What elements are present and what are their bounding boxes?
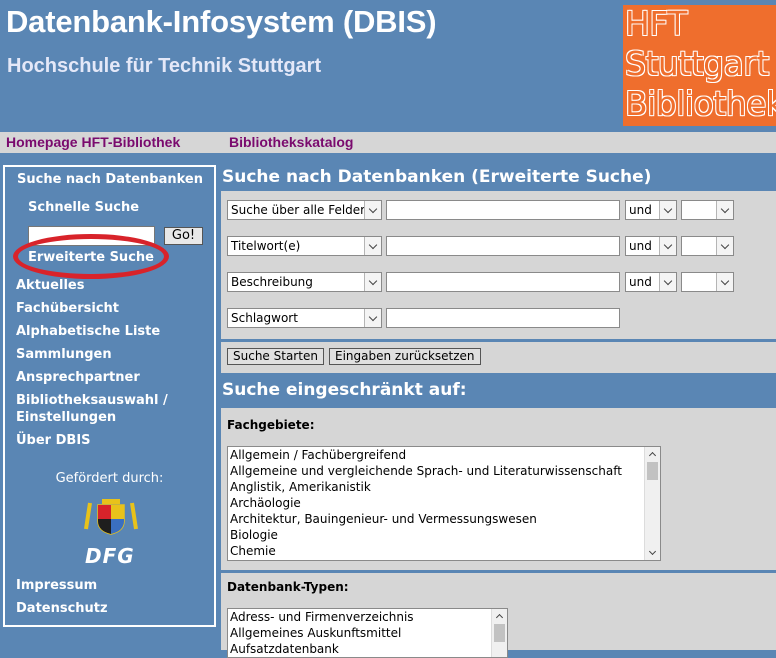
chevron-down-icon [364, 201, 381, 219]
search-term-input[interactable] [386, 308, 620, 328]
sidebar-item-bibliotheksauswahl[interactable]: Bibliotheksauswahl / [16, 393, 168, 409]
scrollbar[interactable] [644, 447, 660, 560]
sidebar-item-ueber-dbis[interactable]: Über DBIS [16, 433, 91, 449]
sidebar-item-fachuebersicht[interactable]: Fachübersicht [16, 301, 119, 317]
sidebar-item-einstellungen[interactable]: Einstellungen [16, 410, 116, 426]
list-item[interactable]: Aufsatzdatenbank [228, 641, 507, 657]
field-select[interactable]: Beschreibung [227, 272, 382, 292]
search-term-input[interactable] [386, 272, 620, 292]
divider [221, 570, 776, 573]
sidebar: Suche nach Datenbanken Schnelle Suche Go… [3, 165, 216, 627]
divider [221, 339, 776, 342]
list-item[interactable]: Architektur, Bauingenieur- und Vermessun… [228, 511, 660, 527]
scroll-up-icon[interactable] [645, 447, 660, 461]
sidebar-item-aktuelles[interactable]: Aktuelles [16, 278, 84, 294]
nav-link-homepage[interactable]: Homepage HFT-Bibliothek [6, 134, 180, 150]
field-select[interactable]: Titelwort(e) [227, 236, 382, 256]
chevron-down-icon [364, 237, 381, 255]
list-item[interactable]: Allgemein / Fachübergreifend [228, 447, 660, 463]
scroll-thumb[interactable] [494, 624, 505, 642]
site-title: Datenbank-Infosystem (DBIS) [6, 4, 437, 39]
types-label: Datenbank-Typen: [227, 580, 349, 594]
hft-logo[interactable]: HFT Stuttgart Bibliothek [623, 5, 776, 126]
sidebar-advanced-search[interactable]: Erweiterte Suche [28, 250, 154, 266]
reset-button[interactable]: Eingaben zurücksetzen [329, 348, 481, 365]
operator-value: und [629, 203, 652, 217]
operator-select[interactable]: und [625, 236, 677, 256]
chevron-down-icon [716, 237, 733, 255]
start-search-button[interactable]: Suche Starten [227, 348, 324, 365]
list-item[interactable]: Allgemeine und vergleichende Sprach- und… [228, 463, 660, 479]
sidebar-item-ansprechpartner[interactable]: Ansprechpartner [16, 370, 140, 386]
dfg-logo[interactable]: DFG [85, 544, 135, 568]
sidebar-quick-search[interactable]: Schnelle Suche [28, 200, 139, 216]
nav-link-catalog[interactable]: Bibliothekskatalog [229, 134, 353, 150]
scroll-up-icon[interactable] [492, 609, 507, 623]
list-item[interactable]: Allgemeines Auskunftsmittel [228, 625, 507, 641]
chevron-down-icon [364, 273, 381, 291]
sidebar-item-sammlungen[interactable]: Sammlungen [16, 347, 112, 363]
chevron-down-icon [716, 273, 733, 291]
scroll-thumb[interactable] [647, 462, 658, 480]
sidebar-search-heading[interactable]: Suche nach Datenbanken [17, 172, 203, 188]
list-item[interactable]: Adress- und Firmenverzeichnis [228, 609, 507, 625]
field-select-value: Schlagwort [231, 311, 298, 325]
field-select-value: Suche über alle Felder [231, 203, 366, 217]
subjects-listbox[interactable]: Allgemein / Fachübergreifend Allgemeine … [227, 446, 661, 561]
chevron-down-icon [659, 237, 676, 255]
logo-line: HFT [625, 5, 687, 43]
logo-line: Stuttgart [625, 44, 769, 83]
field-select-value: Beschreibung [231, 275, 313, 289]
operator-select[interactable]: und [625, 200, 677, 220]
main-content: Suche nach Datenbanken (Erweiterte Suche… [221, 165, 776, 658]
sidebar-item-impressum[interactable]: Impressum [16, 578, 97, 594]
field-select[interactable]: Schlagwort [227, 308, 382, 328]
list-item[interactable]: Archäologie [228, 495, 660, 511]
logo-line: Bibliothek [625, 84, 776, 123]
field-select[interactable]: Suche über alle Felder [227, 200, 382, 220]
extra-select[interactable] [681, 200, 734, 220]
list-item[interactable]: Biologie [228, 527, 660, 543]
types-listbox[interactable]: Adress- und Firmenverzeichnis Allgemeine… [227, 608, 508, 658]
search-term-input[interactable] [386, 236, 620, 256]
chevron-down-icon [364, 309, 381, 327]
extra-select[interactable] [681, 236, 734, 256]
scroll-down-icon[interactable] [645, 546, 660, 560]
list-item[interactable]: Anglistik, Amerikanistik [228, 479, 660, 495]
chevron-down-icon [659, 273, 676, 291]
search-heading: Suche nach Datenbanken (Erweiterte Suche… [221, 165, 776, 191]
chevron-down-icon [716, 201, 733, 219]
operator-value: und [629, 239, 652, 253]
funded-by-label: Gefördert durch: [55, 471, 164, 486]
restrict-heading: Suche eingeschränkt auf: [221, 373, 776, 408]
go-button[interactable]: Go! [164, 227, 203, 245]
chevron-down-icon [659, 201, 676, 219]
extra-select[interactable] [681, 272, 734, 292]
operator-value: und [629, 275, 652, 289]
field-select-value: Titelwort(e) [231, 239, 301, 253]
site-subtitle: Hochschule für Technik Stuttgart [7, 55, 322, 77]
top-nav: Homepage HFT-Bibliothek Bibliothekskatal… [0, 132, 776, 153]
sidebar-item-datenschutz[interactable]: Datenschutz [16, 601, 108, 617]
bavaria-coat-of-arms-icon[interactable] [84, 497, 138, 535]
sidebar-item-alphabetische-liste[interactable]: Alphabetische Liste [16, 324, 160, 340]
list-item[interactable]: Chemie [228, 543, 660, 559]
operator-select[interactable]: und [625, 272, 677, 292]
search-term-input[interactable] [386, 200, 620, 220]
subjects-label: Fachgebiete: [227, 418, 315, 432]
page-header: Datenbank-Infosystem (DBIS) Hochschule f… [0, 0, 776, 132]
